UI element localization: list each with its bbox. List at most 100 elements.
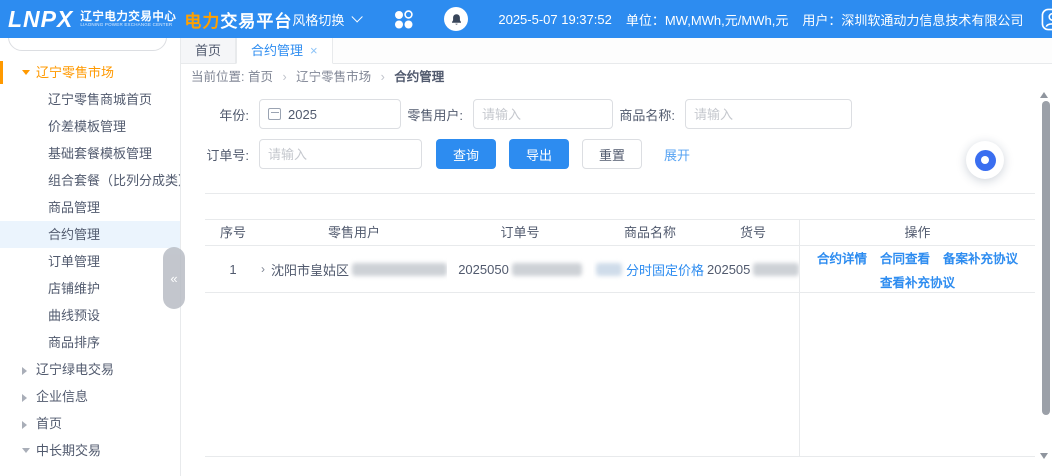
export-button[interactable]: 导出 (509, 139, 570, 169)
row-expand-icon[interactable]: › (261, 262, 265, 276)
sidebar-item-enterprise-info[interactable]: 企业信息 (0, 383, 180, 410)
sidebar-item-shop-maintenance[interactable]: 店铺维护 (0, 275, 180, 302)
sidebar-item-product-sort[interactable]: 商品排序 (0, 329, 180, 356)
view-supplement-link[interactable]: 查看补充协议 (880, 272, 955, 291)
table-empty-extension (205, 293, 1035, 457)
sidebar-item-home[interactable]: 首页 (0, 410, 180, 437)
contract-detail-link[interactable]: 合约详情 (817, 248, 867, 267)
sidebar-item-label: 店铺维护 (48, 281, 101, 296)
sidebar-item-combo-package-template[interactable]: 组合套餐（比列分成类）模板管理 (0, 167, 180, 194)
close-icon[interactable]: × (310, 44, 318, 57)
datetime-text: 2025-5-07 19:37:52 (498, 11, 612, 27)
sidebar-collapse-handle[interactable]: « (163, 247, 185, 309)
breadcrumb-item-home[interactable]: 首页 (248, 70, 273, 84)
expand-filters-link[interactable]: 展开 (664, 145, 690, 164)
style-switch-label: 风格切换 (292, 12, 345, 28)
sidebar-item-green-power-trade[interactable]: 辽宁绿电交易 (0, 356, 180, 383)
apps-grid-button[interactable] (393, 9, 414, 30)
retail-user-label: 零售用户: (407, 107, 463, 123)
order-no-input[interactable] (268, 146, 413, 162)
redacted-blur (753, 262, 799, 276)
notifications-button[interactable] (444, 7, 469, 31)
query-button[interactable]: 查询 (436, 139, 497, 169)
cell-index: 1 (229, 261, 237, 277)
scroll-up-arrow-icon[interactable] (1040, 92, 1048, 98)
sidebar-item-order-management[interactable]: 订单管理 (0, 248, 180, 275)
col-header-index: 序号 (219, 224, 246, 240)
sidebar-item-label: 中长期交易 (36, 443, 102, 458)
ring-icon (974, 149, 996, 171)
bell-circle (444, 7, 469, 31)
user-avatar-icon (1041, 8, 1052, 30)
record-supplement-link[interactable]: 备案补充协议 (943, 248, 1018, 267)
retail-user-field[interactable] (473, 99, 613, 129)
redacted-blur (595, 262, 622, 276)
product-title-highlight: 电力 (184, 11, 221, 31)
sidebar-item-liaoning-retail-market[interactable]: 辽宁零售市场 (0, 59, 180, 86)
sidebar-item-price-diff-template[interactable]: 价差模板管理 (0, 113, 180, 140)
org-name-cn: 辽宁电力交易中心 (80, 10, 177, 23)
product-name-field[interactable] (685, 99, 852, 129)
redacted-blur (511, 262, 582, 276)
apps-grid-icon (395, 9, 414, 28)
section-divider (205, 193, 1035, 194)
order-no-text: 2025050 (458, 261, 509, 277)
col-header-actions: 操作 (799, 220, 1035, 245)
sidebar-item-label: 订单管理 (48, 254, 101, 269)
retail-user-input[interactable] (482, 106, 604, 122)
redacted-blur (352, 262, 447, 276)
floating-service-button[interactable] (966, 141, 1004, 179)
org-name-block: 辽宁电力交易中心 LIAONING POWER EXCHANGE CENTER (80, 11, 176, 28)
main-area: 首页 合约管理 × 当前位置: 首页 › 辽宁零售市场 › 合约管理 年份: 2… (181, 38, 1052, 476)
sidebar-item-product-management[interactable]: 商品管理 (0, 194, 180, 221)
logo: LNPX (8, 5, 74, 32)
product-name-input[interactable] (694, 106, 843, 122)
tab-home[interactable]: 首页 (181, 38, 237, 63)
cell-product-name: 分时固定价格 (593, 246, 707, 292)
sidebar-item-mid-long-term-trade[interactable]: 中长期交易 (0, 437, 180, 464)
sidebar-menu: 辽宁零售市场 辽宁零售商城首页 价差模板管理 基础套餐模板管理 组合套餐（比列分… (0, 38, 180, 464)
sidebar-item-label: 价差模板管理 (48, 119, 127, 134)
current-user-text: 用户：深圳软通动力信息技术有限公司 (802, 12, 1024, 28)
breadcrumb-item-current: 合约管理 (394, 70, 445, 84)
sidebar-item-label: 商品管理 (48, 200, 101, 215)
year-date-input[interactable] (259, 99, 401, 129)
breadcrumb-separator: › (282, 70, 287, 84)
col-header-item-no: 货号 (739, 224, 766, 240)
tab-contract-management[interactable]: 合约管理 × (236, 38, 333, 64)
item-no-text: 202505 (707, 261, 751, 277)
year-input[interactable] (288, 106, 392, 122)
order-no-field[interactable] (259, 139, 422, 169)
app-body: 辽宁零售市场 辽宁零售商城首页 价差模板管理 基础套餐模板管理 组合套餐（比列分… (0, 38, 1052, 476)
reset-button[interactable]: 重置 (582, 139, 643, 169)
user-avatar-menu[interactable] (1041, 8, 1052, 31)
sidebar-item-label: 基础套餐模板管理 (48, 146, 153, 161)
product-name-link[interactable]: 分时固定价格 (626, 260, 704, 279)
content-panel: 年份: 零售用户: 商品名称: 订单号: (181, 90, 1052, 476)
fixed-column-border (799, 293, 800, 456)
search-form-row-2: 订单号: 查询 导出 重置 展开 (181, 139, 1052, 169)
sidebar-item-retail-mall-home[interactable]: 辽宁零售商城首页 (0, 86, 180, 113)
sidebar-item-label: 辽宁零售商城首页 (48, 92, 153, 107)
sidebar-item-label: 企业信息 (36, 389, 89, 404)
sidebar-item-label: 合约管理 (48, 227, 101, 242)
vertical-scrollbar[interactable] (1042, 101, 1050, 415)
collapse-chevron-icon: « (170, 270, 178, 286)
contract-view-link[interactable]: 合同查看 (880, 248, 930, 267)
col-header-product-name: 商品名称 (623, 224, 676, 240)
units-text: 单位：MW,MWh,元/MWh,元 (625, 12, 789, 28)
sidebar-item-basic-package-template[interactable]: 基础套餐模板管理 (0, 140, 180, 167)
product-title: 电力交易平台 (184, 7, 292, 32)
sidebar-item-contract-management[interactable]: 合约管理 (0, 221, 180, 248)
scroll-down-arrow-icon[interactable] (1040, 453, 1048, 459)
style-switch-dropdown[interactable]: 风格切换 (292, 10, 364, 29)
sidebar-item-curve-preset[interactable]: 曲线预设 (0, 302, 180, 329)
product-name-label: 商品名称: (619, 107, 675, 123)
bell-icon (451, 13, 461, 25)
app-window: LNPX 辽宁电力交易中心 LIAONING POWER EXCHANGE CE… (0, 0, 1052, 476)
sidebar-item-label: 辽宁零售市场 (36, 65, 115, 80)
breadcrumb-item-market[interactable]: 辽宁零售市场 (296, 70, 371, 84)
sidebar-search-input[interactable] (8, 38, 167, 51)
cell-order-no: 2025050 (447, 246, 593, 292)
breadcrumb-separator: › (380, 70, 385, 84)
